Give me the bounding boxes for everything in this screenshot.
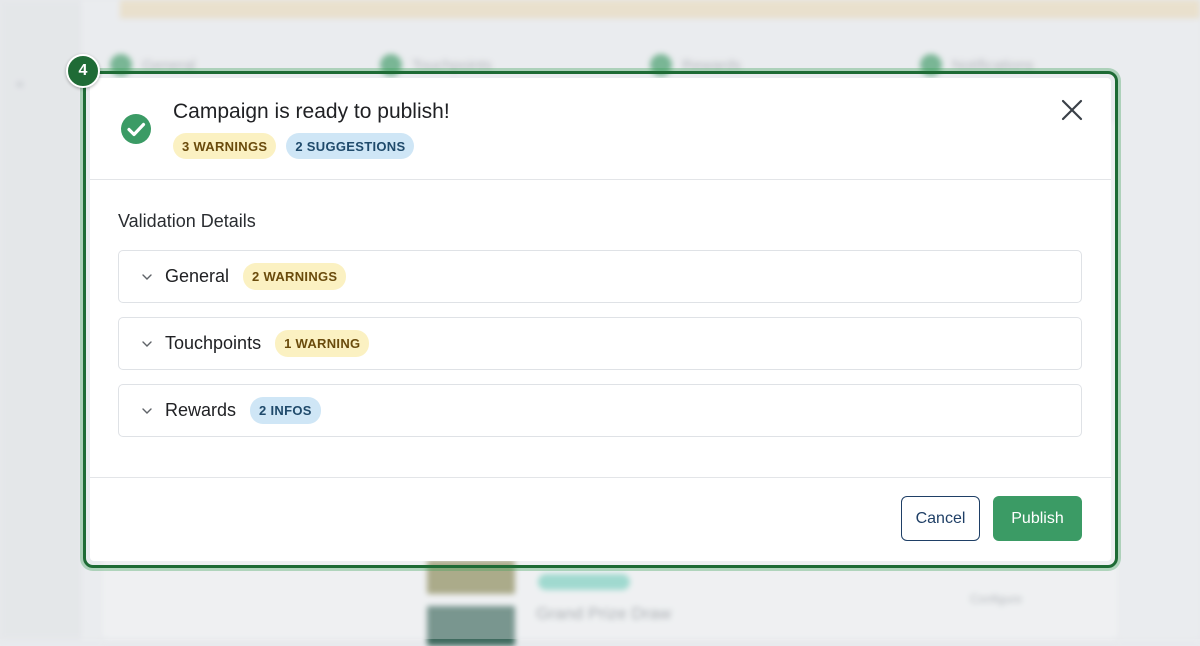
accordion-badge: 2 INFOS (250, 397, 321, 424)
warnings-badge: 3 WARNINGS (173, 133, 276, 159)
validation-details-heading: Validation Details (118, 211, 256, 232)
chevron-down-icon (141, 271, 153, 283)
accordion-badge: 2 WARNINGS (243, 263, 346, 290)
accordion-rewards[interactable]: Rewards 2 INFOS (118, 384, 1082, 437)
close-button[interactable] (1058, 96, 1086, 124)
accordion-label: Touchpoints (165, 333, 261, 354)
chevron-down-icon (141, 338, 153, 350)
accordion-label: General (165, 266, 229, 287)
accordion-badge: 1 WARNING (275, 330, 369, 357)
summary-badges: 3 WARNINGS 2 SUGGESTIONS (173, 133, 414, 159)
dialog-body: Validation Details General 2 WARNINGS To… (90, 181, 1111, 477)
accordion-touchpoints[interactable]: Touchpoints 1 WARNING (118, 317, 1082, 370)
dialog-header: Campaign is ready to publish! 3 WARNINGS… (90, 78, 1111, 180)
check-circle-icon (120, 113, 152, 145)
accordion-general[interactable]: General 2 WARNINGS (118, 250, 1082, 303)
cancel-button[interactable]: Cancel (901, 496, 980, 541)
accordion-label: Rewards (165, 400, 236, 421)
publish-button[interactable]: Publish (993, 496, 1082, 541)
chevron-down-icon (141, 405, 153, 417)
suggestions-badge: 2 SUGGESTIONS (286, 133, 414, 159)
step-number-badge: 4 (66, 54, 100, 88)
dialog-footer: Cancel Publish (90, 477, 1111, 561)
close-icon (1061, 99, 1083, 121)
dialog-title: Campaign is ready to publish! (173, 100, 450, 124)
publish-dialog: Campaign is ready to publish! 3 WARNINGS… (90, 78, 1111, 561)
